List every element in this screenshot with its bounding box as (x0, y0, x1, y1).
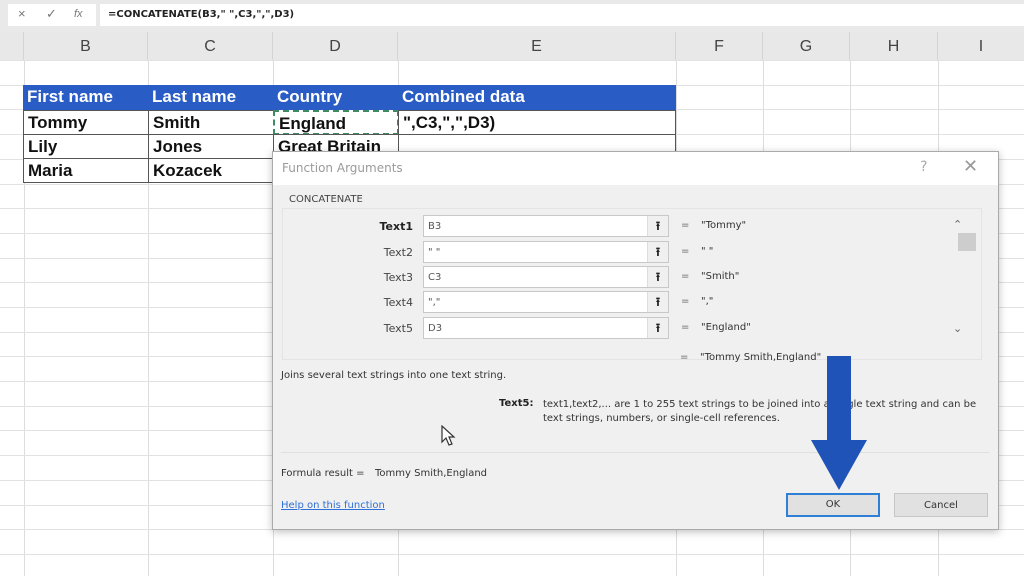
header-first-name[interactable]: First name (23, 85, 148, 110)
cell-c5[interactable]: Kozacek (148, 158, 274, 183)
equals-sign: = (681, 322, 690, 333)
grid-row-line (0, 554, 1024, 555)
cell-d3[interactable]: England (273, 110, 399, 135)
column-header-e[interactable]: E (398, 32, 676, 60)
arg-label: Text4 (383, 296, 413, 309)
arg-row-text2: Text2 " " ⭱ = " " (283, 241, 973, 265)
scroll-up-icon[interactable]: ⌃ (953, 218, 962, 231)
equals-sign: = (680, 352, 689, 363)
cell-e3[interactable]: ",C3,",",D3) (398, 110, 676, 135)
column-header-g[interactable]: G (763, 32, 850, 60)
function-arguments-dialog: Function Arguments ? ✕ CONCATENATE Text1… (272, 151, 999, 530)
column-header-i[interactable]: I (938, 32, 1024, 60)
cancel-button[interactable]: Cancel (894, 493, 988, 517)
column-header-f[interactable]: F (676, 32, 763, 60)
column-header-h[interactable]: H (850, 32, 938, 60)
arg-label: Text1 (379, 220, 413, 233)
fx-icon[interactable]: fx (74, 8, 83, 20)
formula-bar: × ✓ fx =CONCATENATE(B3," ",C3,",",D3) (0, 0, 1024, 33)
confirm-icon[interactable]: ✓ (46, 6, 57, 22)
ok-button[interactable]: OK (786, 493, 880, 517)
cell-b5[interactable]: Maria (23, 158, 149, 183)
arg-input-text1[interactable]: B3 (423, 215, 669, 237)
header-country[interactable]: Country (273, 85, 398, 110)
arg-row-text1: Text1 B3 ⭱ = "Tommy" (283, 215, 973, 239)
arg-help-label: Text5: (499, 398, 534, 409)
column-headers: B C D E F G H I (0, 32, 1024, 61)
arg-result: "Tommy" (701, 220, 747, 231)
equals-sign: = (681, 271, 690, 282)
function-name: CONCATENATE (289, 194, 363, 205)
column-header-d[interactable]: D (273, 32, 398, 60)
header-last-name[interactable]: Last name (148, 85, 273, 110)
dialog-titlebar[interactable]: Function Arguments ? ✕ (273, 152, 998, 185)
formula-input[interactable]: =CONCATENATE(B3," ",C3,",",D3) (100, 4, 1024, 26)
arg-input-text5[interactable]: D3 (423, 317, 669, 339)
close-icon[interactable]: ✕ (963, 156, 978, 177)
arg-result: "England" (701, 322, 751, 333)
formula-bar-buttons: × ✓ fx (8, 4, 96, 26)
overall-result: "Tommy Smith,England" (700, 352, 822, 363)
collapse-dialog-icon[interactable]: ⭱ (647, 242, 668, 262)
grid-row-line (0, 60, 1024, 61)
formula-result-label: Formula result = (281, 468, 365, 479)
dialog-title: Function Arguments (282, 161, 403, 175)
collapse-dialog-icon[interactable]: ⭱ (647, 318, 668, 338)
arg-help-text: text1,text2,... are 1 to 255 text string… (543, 399, 977, 424)
help-icon[interactable]: ? (920, 159, 927, 175)
select-all-corner[interactable] (0, 32, 24, 60)
help-on-function-link[interactable]: Help on this function (281, 500, 385, 511)
arg-row-text5: Text5 D3 ⭱ = "England" (283, 317, 973, 341)
down-arrow-icon (811, 356, 867, 490)
collapse-dialog-icon[interactable]: ⭱ (647, 267, 668, 287)
cell-b3[interactable]: Tommy (23, 110, 149, 135)
cell-c3[interactable]: Smith (148, 110, 274, 135)
arg-result: "Smith" (701, 271, 740, 282)
function-description: Joins several text strings into one text… (281, 370, 507, 381)
arguments-panel: Text1 B3 ⭱ = "Tommy" Text2 " " ⭱ = " " T… (282, 208, 982, 360)
mouse-cursor-icon (441, 425, 456, 446)
cell-c4[interactable]: Jones (148, 134, 274, 159)
equals-sign: = (681, 220, 690, 231)
arg-label: Text5 (383, 322, 413, 335)
arg-label: Text3 (383, 271, 413, 284)
arg-input-text3[interactable]: C3 (423, 266, 669, 288)
equals-sign: = (681, 296, 690, 307)
scrollbar-thumb[interactable] (958, 233, 976, 251)
arg-input-text4[interactable]: "," (423, 291, 669, 313)
arg-result: "," (701, 296, 714, 307)
column-header-c[interactable]: C (148, 32, 273, 60)
arg-row-text4: Text4 "," ⭱ = "," (283, 291, 973, 315)
collapse-dialog-icon[interactable]: ⭱ (647, 216, 668, 236)
arg-row-text3: Text3 C3 ⭱ = "Smith" (283, 266, 973, 290)
divider (281, 452, 990, 453)
collapse-dialog-icon[interactable]: ⭱ (647, 292, 668, 312)
arg-label: Text2 (383, 246, 413, 259)
equals-sign: = (681, 246, 690, 257)
column-header-b[interactable]: B (24, 32, 148, 60)
cell-b4[interactable]: Lily (23, 134, 149, 159)
cancel-icon[interactable]: × (18, 6, 26, 21)
arg-input-text2[interactable]: " " (423, 241, 669, 263)
formula-result-value: Tommy Smith,England (375, 468, 488, 479)
scroll-down-icon[interactable]: ⌄ (953, 322, 962, 335)
header-combined-data[interactable]: Combined data (398, 85, 676, 110)
arg-result: " " (701, 246, 714, 257)
